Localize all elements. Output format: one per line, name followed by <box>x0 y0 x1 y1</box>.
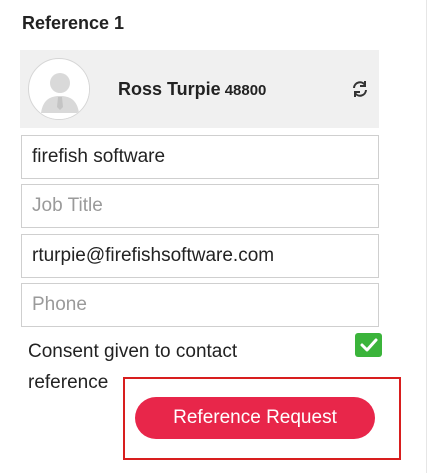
phone-field[interactable] <box>21 283 379 327</box>
email-field[interactable] <box>21 234 379 278</box>
refresh-icon[interactable] <box>351 80 369 98</box>
contact-id: 48800 <box>224 82 267 99</box>
contact-card: Ross Turpie 48800 <box>20 50 379 128</box>
user-avatar-icon <box>28 58 90 120</box>
job-title-field[interactable] <box>21 184 379 228</box>
contact-name-text: Ross Turpie <box>118 79 221 99</box>
contact-name: Ross Turpie 48800 <box>118 79 266 100</box>
section-title: Reference 1 <box>22 13 125 33</box>
reference-request-button[interactable]: Reference Request <box>135 397 375 439</box>
consent-checkbox[interactable] <box>355 333 382 357</box>
reference-panel: Reference 1 Ross Turpie48800 Consent giv… <box>0 0 427 473</box>
company-field[interactable] <box>21 135 379 179</box>
checkmark-icon <box>360 338 378 352</box>
